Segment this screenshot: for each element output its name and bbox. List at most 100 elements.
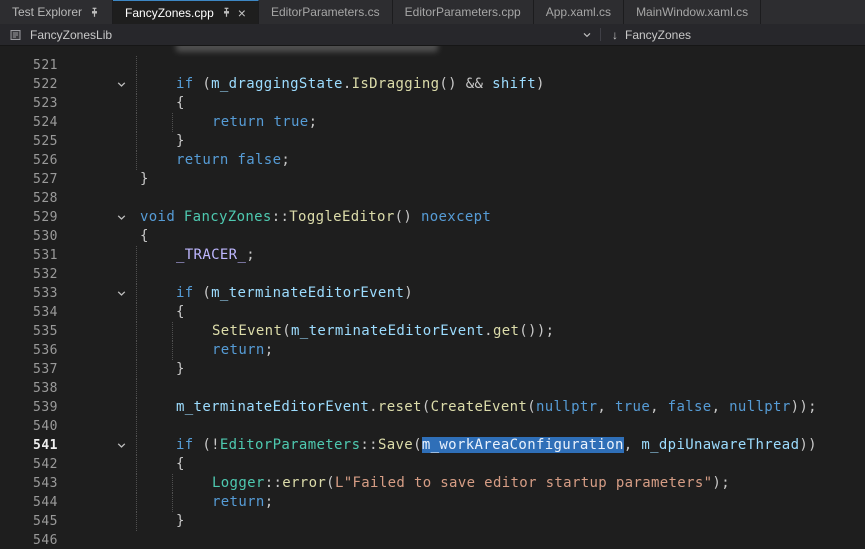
fold-chevron-icon[interactable] [116,288,128,299]
code-token: m_terminateEditorEvent [291,323,484,339]
code-text[interactable]: { [140,455,185,474]
code-editor[interactable]: 521522if (m_draggingState.IsDragging() &… [0,46,865,549]
fold-chevron-icon[interactable] [116,79,128,90]
code-token: false [237,152,281,168]
code-text[interactable]: _TRACER_; [140,246,255,265]
tab-editorparameters-cpp[interactable]: EditorParameters.cpp [393,0,534,24]
code-token: ( [194,285,212,301]
code-line: 538 [0,379,865,398]
code-token: error [282,475,326,491]
line-number[interactable]: 531 [0,246,58,265]
code-text[interactable]: return; [140,493,273,512]
tab-mainwindow-xaml-cs[interactable]: MainWindow.xaml.cs [624,0,761,24]
line-number[interactable]: 539 [0,398,58,417]
code-text[interactable]: } [140,132,185,151]
line-number[interactable]: 541 [0,436,58,455]
line-number[interactable]: 523 [0,94,58,113]
chevron-down-icon[interactable] [582,30,592,40]
project-dropdown[interactable]: FancyZonesLib [0,24,600,45]
code-text[interactable]: { [140,303,185,322]
code-token: m_terminateEditorEvent [211,285,404,301]
code-text[interactable]: if (m_terminateEditorEvent) [140,284,413,303]
indent-guide [136,436,137,455]
indent-guide [136,379,137,398]
code-line: 531 _TRACER_; [0,246,865,265]
code-text[interactable]: Logger::error(L"Failed to save editor st… [140,474,730,493]
line-number[interactable]: 534 [0,303,58,322]
code-line: 540 [0,417,865,436]
code-text[interactable]: return; [140,341,273,360]
code-token: ( [194,76,212,92]
tab-test-explorer[interactable]: Test Explorer [0,0,113,24]
line-number[interactable]: 526 [0,151,58,170]
scope-dropdown[interactable]: ↓ FancyZones [601,24,691,45]
code-text[interactable]: return true; [140,113,317,132]
code-text[interactable]: void FancyZones::ToggleEditor() noexcept [140,208,491,227]
code-token: :: [272,209,290,225]
indent-guide [136,303,137,322]
code-line: 523 { [0,94,865,113]
code-token: FancyZones [184,209,272,225]
line-number[interactable]: 540 [0,417,58,436]
code-text[interactable]: return false; [140,151,290,170]
code-text[interactable]: { [140,94,185,113]
line-number[interactable]: 545 [0,512,58,531]
tab-fancyzones-cpp[interactable]: FancyZones.cpp × [113,0,259,24]
line-number[interactable]: 533 [0,284,58,303]
line-number[interactable]: 542 [0,455,58,474]
code-text[interactable]: } [140,360,185,379]
code-text[interactable]: SetEvent(m_terminateEditorEvent.get()); [140,322,554,341]
line-number[interactable]: 543 [0,474,58,493]
line-number[interactable]: 538 [0,379,58,398]
tab-app-xaml-cs[interactable]: App.xaml.cs [534,0,624,24]
ide-window: Test Explorer FancyZones.cpp × EditorParame… [0,0,865,549]
line-number[interactable]: 524 [0,113,58,132]
code-token: get [493,323,519,339]
line-number[interactable]: 535 [0,322,58,341]
line-number[interactable]: 544 [0,493,58,512]
line-number[interactable]: 525 [0,132,58,151]
code-text[interactable]: } [140,512,185,531]
code-text[interactable]: if (!EditorParameters::Save(m_workAreaCo… [140,436,817,455]
code-text[interactable]: { [140,227,149,246]
fold-chevron-icon[interactable] [116,212,128,223]
tab-label: MainWindow.xaml.cs [636,5,748,19]
line-number[interactable]: 529 [0,208,58,227]
line-number[interactable]: 546 [0,531,58,549]
code-token: IsDragging [352,76,440,92]
code-token: EditorParameters [220,437,360,453]
line-number[interactable]: 532 [0,265,58,284]
tab-editorparameters-cs[interactable]: EditorParameters.cs [259,0,393,24]
pin-icon[interactable] [221,7,232,18]
tab-label: Test Explorer [12,5,82,19]
code-line: 526 return false; [0,151,865,170]
down-arrow-icon: ↓ [612,28,618,42]
tab-label: App.xaml.cs [546,5,611,19]
line-number[interactable]: 537 [0,360,58,379]
fold-chevron-icon[interactable] [116,440,128,451]
code-token: . [484,323,493,339]
line-number[interactable]: 528 [0,189,58,208]
line-number[interactable]: 530 [0,227,58,246]
tab-bar: Test Explorer FancyZones.cpp × EditorParame… [0,0,865,24]
navigation-bar: FancyZonesLib ↓ FancyZones [0,24,865,46]
code-text[interactable]: } [140,170,149,189]
code-lines: 521522if (m_draggingState.IsDragging() &… [0,46,865,549]
code-token: ); [712,475,730,491]
code-line [0,46,865,56]
line-number[interactable]: 527 [0,170,58,189]
line-number[interactable]: 536 [0,341,58,360]
line-number[interactable]: 521 [0,56,58,75]
code-token [175,209,184,225]
code-token: Save [378,437,413,453]
indent-guide [136,113,137,132]
code-token: if [176,76,194,92]
indent-guide [136,284,137,303]
tab-label: FancyZones.cpp [125,6,214,20]
code-line: 528 [0,189,865,208]
line-number[interactable]: 522 [0,75,58,94]
code-text[interactable]: if (m_draggingState.IsDragging() && shif… [140,75,545,94]
pin-icon[interactable] [89,7,100,18]
code-text[interactable]: m_terminateEditorEvent.reset(CreateEvent… [140,398,817,417]
close-icon[interactable]: × [238,6,246,20]
